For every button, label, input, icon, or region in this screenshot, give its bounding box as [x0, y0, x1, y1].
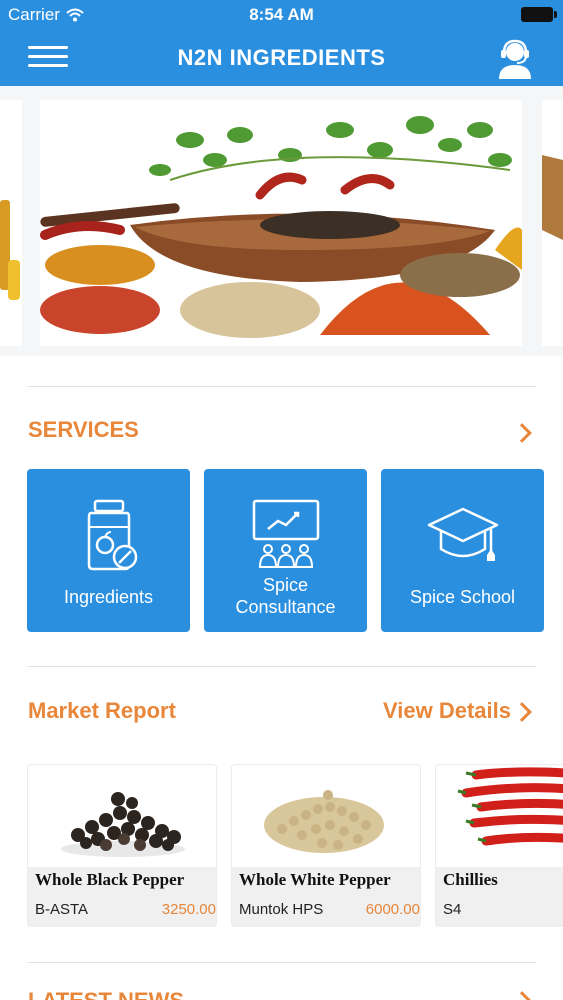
service-label: Ingredients	[63, 587, 154, 607]
product-grade: S4	[443, 901, 462, 918]
service-label: Spice School	[409, 587, 516, 607]
jar-icon	[87, 499, 137, 571]
banner-slide-previous[interactable]	[0, 100, 22, 346]
divider	[28, 386, 536, 387]
service-card-spice-consultance[interactable]: Spice Consultance	[204, 469, 367, 632]
product-name: Chillies	[443, 870, 498, 889]
service-card-spice-school[interactable]: Spice School	[381, 469, 544, 632]
product-card-whole-black-pepper[interactable]: Whole Black Pepper B-ASTA 3250.00	[27, 764, 217, 927]
product-name: Whole White Pepper	[239, 870, 391, 889]
services-title: SERVICES	[28, 417, 139, 442]
market-report-title: Market Report	[28, 698, 176, 723]
nav-bar: N2N INGREDIENTS	[0, 30, 563, 86]
product-info: Chillies S4	[436, 867, 563, 926]
banner-carousel[interactable]	[0, 86, 563, 356]
product-name: Whole Black Pepper	[35, 870, 185, 889]
battery-icon	[521, 7, 557, 22]
product-info: Whole White Pepper Muntok HPS 6000.00	[232, 867, 420, 926]
service-label: Spice Consultance	[235, 575, 336, 617]
product-grade: B-ASTA	[35, 901, 89, 918]
divider	[28, 962, 536, 963]
app-title: N2N INGREDIENTS	[177, 45, 386, 70]
product-price: 6000.00	[365, 901, 420, 918]
chevron-right-icon[interactable]	[512, 423, 532, 443]
product-info: Whole Black Pepper B-ASTA 3250.00	[28, 867, 216, 926]
graduation-cap-icon	[427, 507, 498, 561]
banner-slide-next[interactable]	[542, 100, 563, 346]
status-time: 8:54 AM	[249, 5, 314, 24]
chillies-image	[436, 765, 563, 867]
product-card-chillies[interactable]: Chillies S4	[435, 764, 563, 927]
chevron-right-icon[interactable]	[512, 991, 532, 1000]
product-price: 3250.00	[161, 901, 216, 918]
banner-spices-image[interactable]	[40, 100, 522, 346]
product-card-whole-white-pepper[interactable]: Whole White Pepper Muntok HPS 6000.00	[231, 764, 421, 927]
presentation-icon	[252, 499, 319, 568]
customer-support-icon[interactable]	[495, 37, 535, 79]
white-pepper-image	[232, 765, 420, 867]
service-card-ingredients[interactable]: Ingredients	[27, 469, 190, 632]
product-grade: Muntok HPS	[239, 901, 324, 918]
status-bar: Carrier 8:54 AM	[0, 0, 563, 30]
divider	[28, 666, 536, 667]
black-pepper-image	[28, 765, 216, 867]
latest-news-title: LATEST NEWS	[28, 988, 184, 1000]
view-details-link[interactable]: View Details	[383, 698, 511, 724]
chevron-right-icon[interactable]	[512, 702, 532, 722]
